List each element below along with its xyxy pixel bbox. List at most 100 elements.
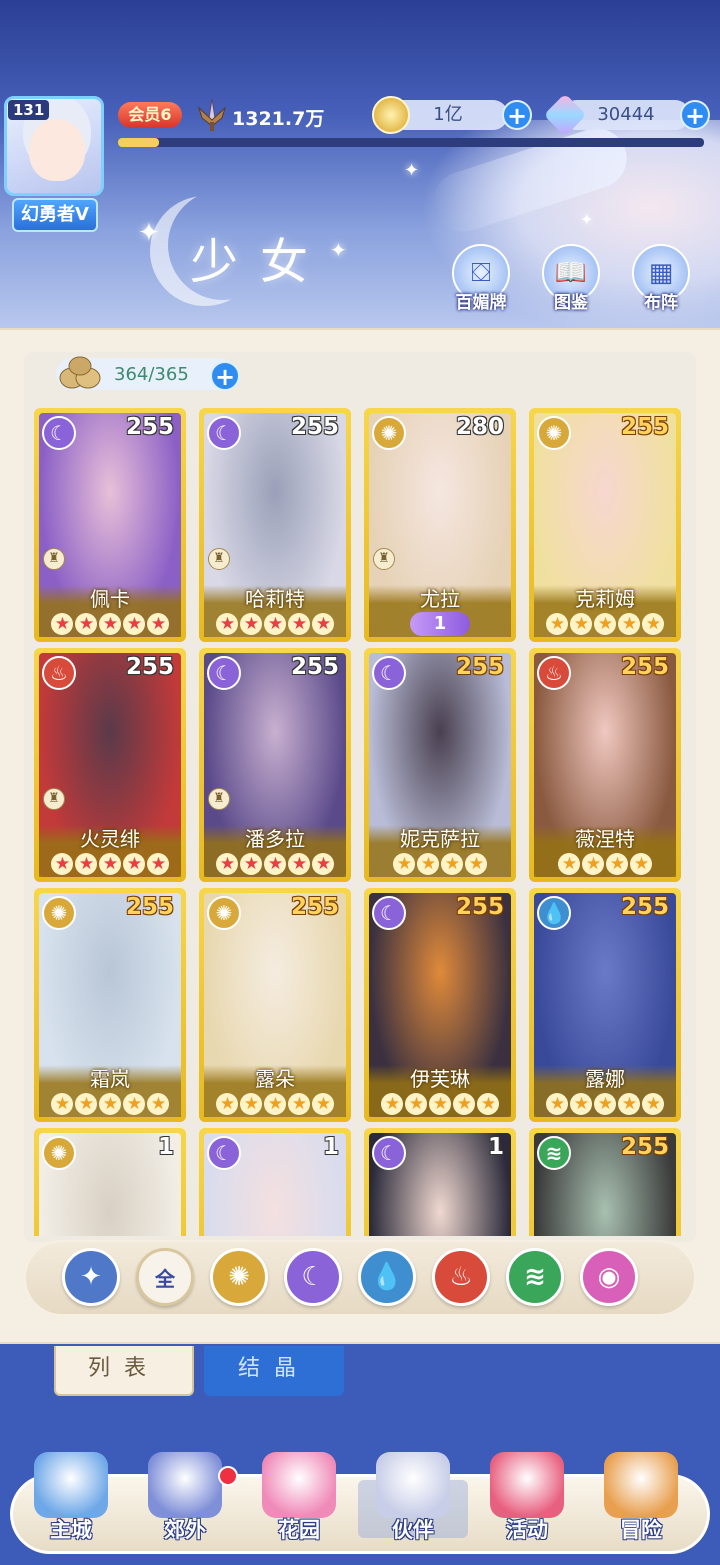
star-rating: ★ ★ ★ ★ ★ (34, 1092, 186, 1115)
nav-label: 伙伴 (392, 1518, 434, 1542)
partner-card[interactable]: ☾ 255 ♜ 潘多拉 ★ ★ ★ ★ ★ (199, 648, 351, 882)
partner-card[interactable]: 💧 255 露娜 ★ ★ ★ ★ ★ (529, 888, 681, 1122)
sparkle-icon: ✦ (330, 238, 347, 262)
page-title: 少女 (190, 234, 331, 290)
partner-level: 1 (322, 1134, 339, 1160)
filter-water-button[interactable]: 💧 (358, 1248, 416, 1306)
sparkle-icon: ✦ (580, 210, 594, 229)
moon-element-icon: ☾ (207, 1136, 241, 1170)
compass-icon (604, 1452, 678, 1518)
collection-book-button[interactable]: 📖 图鉴 (536, 244, 606, 316)
card-gallery-button[interactable]: ⛋ 百媚牌 (446, 244, 516, 316)
moon-element-icon: ☾ (42, 416, 76, 450)
star-icon: ★ (216, 613, 238, 635)
nav-heart[interactable]: 花园 (244, 1452, 354, 1560)
star-rating: ★ ★ ★ ★ (364, 852, 516, 875)
partner-card[interactable]: ☾ 255 ♜ 哈莉特 ★ ★ ★ ★ ★ (199, 408, 351, 642)
filter-fire-button[interactable]: ♨ (432, 1248, 490, 1306)
partner-level: 255 (125, 414, 174, 440)
partner-card[interactable]: ☾ 255 ♜ 佩卡 ★ ★ ★ ★ ★ (34, 408, 186, 642)
fire-element-icon: ♨ (537, 656, 571, 690)
partner-card[interactable]: ☾ 1 (364, 1128, 516, 1236)
formation-button[interactable]: ▦ 布阵 (626, 244, 696, 316)
star-icon: ★ (99, 613, 121, 635)
moon-element-icon: ☾ (372, 1136, 406, 1170)
moon-element-icon: ☾ (372, 656, 406, 690)
partner-name: 潘多拉 (245, 827, 305, 851)
sun-element-icon: ✺ (537, 416, 571, 450)
star-icon: ★ (453, 1093, 475, 1115)
star-icon: ★ (99, 853, 121, 875)
gift-icon (490, 1452, 564, 1518)
expand-capacity-button[interactable]: + (210, 361, 240, 391)
star-icon: ★ (618, 1093, 640, 1115)
star-icon: ★ (312, 613, 334, 635)
star-icon: ★ (99, 1093, 121, 1115)
filter-moon-button[interactable]: ☾ (284, 1248, 342, 1306)
add-gold-button[interactable]: + (502, 100, 532, 130)
vip-badge[interactable]: 会员6 (118, 102, 182, 128)
star-icon: ★ (51, 613, 73, 635)
star-icon: ★ (618, 613, 640, 635)
partner-name: 火灵绯 (80, 827, 140, 851)
star-icon: ★ (477, 1093, 499, 1115)
star-rating: ★ ★ ★ ★ ★ (529, 612, 681, 635)
star-icon: ★ (441, 853, 463, 875)
filter-special-button[interactable]: ✦ (62, 1248, 120, 1306)
star-icon: ★ (288, 853, 310, 875)
gold-coin-icon (372, 96, 410, 134)
partner-card[interactable]: ≋ 255 (529, 1128, 681, 1236)
filter-star-button[interactable]: ◉ (580, 1248, 638, 1306)
star-icon: ★ (288, 1093, 310, 1115)
partner-level: 255 (455, 894, 504, 920)
partner-card[interactable]: ♨ 255 薇涅特 ★ ★ ★ ★ (529, 648, 681, 882)
star-icon: ★ (264, 853, 286, 875)
star-icon: ★ (429, 1093, 451, 1115)
partner-card-grid[interactable]: ☾ 255 ♜ 佩卡 ★ ★ ★ ★ ★ ☾ 255 ♜ 哈莉特 ★ ★ ★ ★ ★ ✺ 280 ♜ 尤拉 1 ✺ 255 克莉姆… (34, 408, 690, 1236)
star-icon: ★ (51, 1093, 73, 1115)
sun-element-icon: ✺ (207, 896, 241, 930)
star-icon: ★ (570, 1093, 592, 1115)
filter-all-button[interactable]: 全 (136, 1248, 194, 1306)
formation-rook-icon: ♜ (373, 548, 395, 570)
partner-card[interactable]: ✺ 255 克莉姆 ★ ★ ★ ★ ★ (529, 408, 681, 642)
nav-gift[interactable]: 活动 (472, 1452, 582, 1560)
heart-icon (262, 1452, 336, 1518)
combat-power-value: 1321.7万 (232, 108, 325, 130)
partner-card[interactable]: ✺ 1 (34, 1128, 186, 1236)
star-rating: ★ ★ ★ ★ ★ (364, 1092, 516, 1115)
nav-compass[interactable]: 冒险 (586, 1452, 696, 1560)
nav-castle[interactable]: 主城 (16, 1452, 126, 1560)
filter-sun-button[interactable]: ✺ (210, 1248, 268, 1306)
partner-name: 佩卡 (90, 587, 130, 611)
sun-element-icon: ✺ (42, 1136, 76, 1170)
star-icon: ★ (594, 1093, 616, 1115)
partner-name: 尤拉 (420, 587, 460, 611)
partner-level: 255 (620, 414, 669, 440)
star-icon: ★ (123, 1093, 145, 1115)
partner-card[interactable]: ✺ 255 露朵 ★ ★ ★ ★ ★ (199, 888, 351, 1122)
star-icon: ★ (312, 853, 334, 875)
star-rating: ★ ★ ★ ★ ★ (199, 852, 351, 875)
star-icon: ★ (606, 853, 628, 875)
partner-level: 1 (487, 1134, 504, 1160)
player-name-plate[interactable]: 幻勇者V (12, 198, 98, 232)
partner-card[interactable]: ☾ 255 伊芙琳 ★ ★ ★ ★ ★ (364, 888, 516, 1122)
partner-card[interactable]: ☾ 255 妮克萨拉 ★ ★ ★ ★ (364, 648, 516, 882)
tab-crystal[interactable]: 结晶 (204, 1346, 344, 1396)
star-icon: ★ (642, 613, 664, 635)
partner-card[interactable]: ♨ 255 ♜ 火灵绯 ★ ★ ★ ★ ★ (34, 648, 186, 882)
nav-partner[interactable]: 伙伴 (358, 1452, 468, 1560)
filter-wind-button[interactable]: ≋ (506, 1248, 564, 1306)
star-icon: ★ (264, 1093, 286, 1115)
partner-level: 255 (290, 414, 339, 440)
moon-element-icon: ☾ (207, 416, 241, 450)
star-icon: ★ (630, 853, 652, 875)
star-icon: ★ (417, 853, 439, 875)
add-gems-button[interactable]: + (680, 100, 710, 130)
partner-card[interactable]: ✺ 255 霜岚 ★ ★ ★ ★ ★ (34, 888, 186, 1122)
partner-card[interactable]: ✺ 280 ♜ 尤拉 1 (364, 408, 516, 642)
partner-card[interactable]: ☾ 1 (199, 1128, 351, 1236)
sun-element-icon: ✺ (372, 416, 406, 450)
tab-list[interactable]: 列表 (54, 1346, 194, 1396)
